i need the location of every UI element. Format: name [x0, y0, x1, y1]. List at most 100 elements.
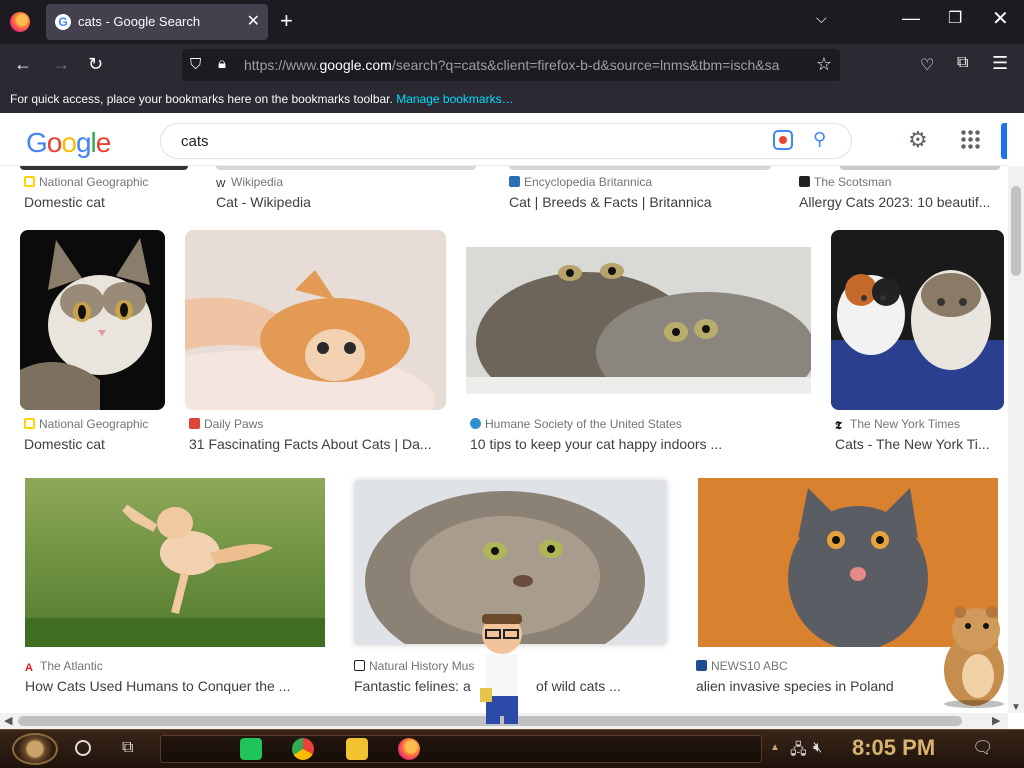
cat-photo-icon — [25, 478, 325, 647]
result-title[interactable]: Domestic cat — [24, 436, 169, 452]
tray-expand-icon[interactable]: ▲ — [770, 742, 780, 753]
task-view-icon[interactable]: ⧉ — [122, 739, 133, 757]
lock-icon[interactable]: 🔒︎ — [218, 55, 226, 72]
image-thumbnail[interactable] — [20, 230, 165, 410]
result-title[interactable]: Cat - Wikipedia — [216, 194, 476, 210]
result-title[interactable]: How Cats Used Humans to Conquer the ... — [25, 678, 325, 694]
search-icon[interactable]: ⚲ — [813, 129, 826, 150]
image-thumbnail-edge[interactable] — [20, 166, 188, 170]
result-title-tail[interactable]: of wild cats ... — [536, 678, 626, 694]
scrollbar-thumb[interactable] — [1011, 186, 1021, 276]
navigation-toolbar: ← → ↻ ⛉ 🔒︎ https://www.google.com/search… — [0, 44, 1024, 86]
minimize-icon[interactable]: — — [902, 8, 920, 29]
cat-photo-icon — [831, 230, 1004, 410]
result-source[interactable]: The Scotsman — [799, 175, 891, 189]
google-logo-letter: g — [75, 127, 92, 158]
window-close-icon[interactable]: ✕ — [992, 6, 1009, 31]
google-logo[interactable]: Google — [26, 127, 112, 159]
chrome-icon[interactable] — [292, 738, 314, 760]
clock[interactable]: 8:05 PM — [852, 735, 935, 761]
result-title[interactable]: Fantastic felines: a — [354, 678, 494, 694]
address-bar[interactable]: ⛉ 🔒︎ https://www.google.com/search?q=cat… — [182, 49, 840, 81]
manage-bookmarks-link[interactable]: Manage bookmarks… — [396, 92, 513, 106]
image-thumbnail-edge[interactable] — [216, 166, 476, 170]
humane-society-icon — [470, 418, 481, 429]
scroll-right-arrow-icon[interactable]: ▶ — [992, 714, 1000, 727]
vertical-scrollbar[interactable]: ▼ — [1008, 166, 1024, 713]
google-logo-letter: G — [26, 127, 48, 158]
start-button[interactable] — [12, 733, 58, 765]
firefox-icon[interactable] — [398, 738, 420, 760]
result-title[interactable]: 31 Fascinating Facts About Cats | Da... — [189, 436, 445, 452]
menu-icon[interactable]: ☰ — [992, 53, 1008, 74]
search-input[interactable]: cats — [181, 133, 209, 150]
national-geographic-icon — [24, 418, 35, 429]
reload-icon[interactable]: ↻ — [88, 54, 103, 75]
search-circle-icon[interactable] — [75, 740, 91, 756]
tab-title: cats - Google Search — [78, 14, 201, 29]
result-source[interactable]: A The Atlantic — [25, 659, 103, 674]
result-title[interactable]: Cats - The New York Ti... — [835, 436, 995, 452]
scroll-left-arrow-icon[interactable]: ◀ — [4, 714, 12, 727]
cat-photo-icon — [466, 247, 811, 394]
back-arrow-icon[interactable]: ← — [14, 54, 32, 75]
image-thumbnail[interactable] — [25, 478, 325, 647]
hamster-overlay[interactable] — [936, 604, 1008, 708]
gear-icon[interactable]: ⚙ — [908, 127, 928, 153]
search-box[interactable]: cats ⚲ — [160, 123, 852, 159]
image-thumbnail-edge[interactable] — [509, 166, 771, 170]
camera-lens-icon[interactable] — [773, 130, 793, 150]
extensions-icon[interactable]: ⧉ — [957, 54, 968, 72]
restore-icon[interactable]: ❐ — [948, 8, 962, 28]
url-text[interactable]: https://www.google.com/search?q=cats&cli… — [244, 57, 779, 73]
notifications-icon[interactable]: 🗨︎ — [972, 738, 994, 758]
chevron-down-icon[interactable]: ⌵ — [816, 10, 827, 27]
network-icon[interactable]: 🖧︎ — [790, 739, 807, 764]
grid-icon[interactable] — [960, 129, 980, 149]
result-source[interactable]: Encyclopedia Britannica — [509, 175, 652, 189]
image-thumbnail[interactable] — [466, 247, 811, 394]
result-source[interactable]: National Geographic — [24, 417, 148, 431]
tab-bar: G cats - Google Search ✕ + ⌵ — ❐ ✕ — [0, 0, 1024, 44]
cat-photo-icon — [185, 230, 446, 410]
account-button[interactable] — [1001, 123, 1007, 159]
image-thumbnail-edge[interactable] — [840, 166, 1000, 170]
image-thumbnail[interactable] — [185, 230, 446, 410]
result-title[interactable]: 10 tips to keep your cat happy indoors .… — [470, 436, 810, 452]
result-title[interactable]: Allergy Cats 2023: 10 beautif... — [799, 194, 1001, 210]
result-source[interactable]: 𝕿 The New York Times — [835, 417, 960, 432]
bookmarks-toolbar: For quick access, place your bookmarks h… — [0, 86, 1024, 113]
result-title[interactable]: Cat | Breeds & Facts | Britannica — [509, 194, 771, 210]
image-thumbnail[interactable] — [831, 230, 1004, 410]
plus-icon[interactable]: + — [280, 8, 293, 34]
national-geographic-icon — [24, 176, 35, 187]
scroll-down-arrow-icon[interactable]: ▼ — [1011, 702, 1021, 713]
star-icon[interactable]: ☆ — [816, 54, 832, 75]
result-source[interactable]: Natural History Mus — [354, 659, 474, 673]
firefox-view-icon[interactable] — [10, 12, 30, 32]
result-title[interactable]: Domestic cat — [24, 194, 194, 210]
result-source[interactable]: W Wikipedia — [216, 175, 283, 190]
notes-app-icon[interactable] — [240, 738, 262, 760]
result-source[interactable]: Daily Paws — [189, 417, 263, 431]
active-tab[interactable]: G cats - Google Search ✕ — [46, 4, 268, 40]
google-logo-letter: o — [61, 127, 77, 158]
result-source[interactable]: Humane Society of the United States — [470, 417, 682, 431]
nyt-icon: 𝕿 — [835, 420, 842, 432]
pocket-icon[interactable]: ♡ — [920, 55, 934, 75]
file-explorer-icon[interactable] — [346, 738, 368, 760]
result-title[interactable]: alien invasive species in Poland — [696, 678, 926, 694]
result-source[interactable]: National Geographic — [24, 175, 148, 189]
google-logo-letter: e — [95, 127, 112, 158]
close-icon[interactable]: ✕ — [247, 11, 260, 31]
result-source[interactable]: NEWS10 ABC — [696, 659, 788, 673]
cartoon-character-overlay[interactable] — [476, 612, 528, 728]
google-favicon-icon: G — [55, 14, 71, 30]
bookmarks-hint: For quick access, place your bookmarks h… — [10, 92, 393, 106]
shield-icon[interactable]: ⛉ — [190, 56, 201, 73]
daily-paws-icon — [189, 418, 200, 429]
volume-muted-icon[interactable]: 🔇︎ — [813, 739, 822, 756]
atlantic-icon: A — [25, 662, 33, 674]
wikipedia-icon: W — [216, 179, 226, 190]
forward-arrow-icon: → — [52, 54, 70, 74]
